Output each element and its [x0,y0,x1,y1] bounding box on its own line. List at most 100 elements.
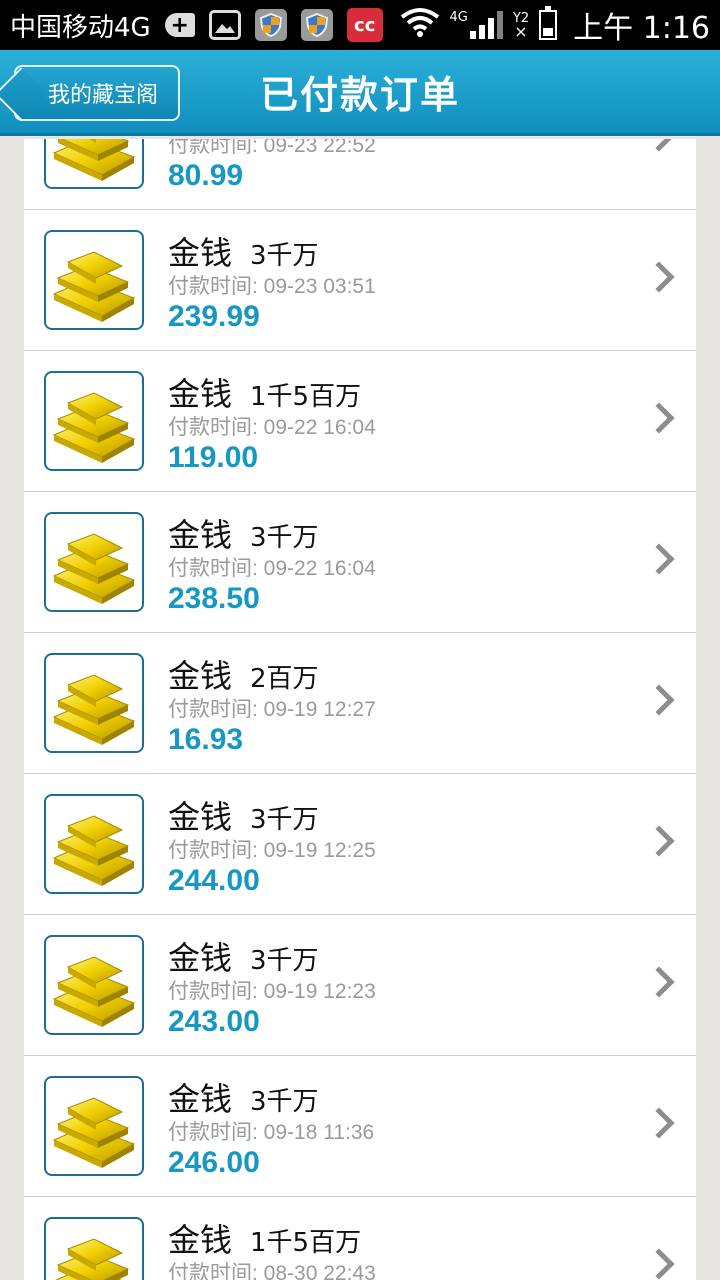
payment-time-value: 09-18 11:36 [263,1121,375,1144]
item-name: 金钱 3千万 [168,792,319,838]
order-price: 16.93 [168,723,244,756]
order-row[interactable]: 金钱 3千万 付款时间: 09-19 12:25 244.00 [24,774,696,915]
item-name-text: 金钱 [168,1221,233,1259]
app-header: 我的藏宝阁 已付款订单 [0,50,720,136]
order-price: 239.99 [168,300,260,333]
battery-icon [539,6,558,40]
item-quantity: 1千5百万 [250,1228,362,1258]
order-row[interactable]: 金钱 3千万 付款时间: 09-22 16:04 238.50 [24,492,696,633]
chevron-right-icon[interactable] [643,1107,675,1139]
item-quantity: 3千万 [250,523,319,553]
back-button[interactable]: 我的藏宝阁 [14,65,181,121]
item-name-text: 金钱 [168,1080,233,1118]
payment-time-value: 09-22 16:04 [263,416,376,439]
item-name-text: 金钱 [168,939,233,977]
item-name-text: 金钱 [168,234,233,272]
order-row[interactable]: 金钱 3千万 付款时间: 09-23 03:51 239.99 [24,210,696,351]
cc-app-icon: cc [346,8,383,42]
order-price: 80.99 [168,159,244,192]
payment-time-label: 付款时间: [168,1121,264,1144]
order-price: 119.00 [168,441,259,474]
order-row[interactable]: 金钱 1千5百万 付款时间: 09-22 16:04 119.00 [24,351,696,492]
item-name: 金钱 3千万 [168,510,319,556]
plus-notification-icon: + [164,13,195,38]
gold-bars-icon [44,935,144,1035]
chevron-right-icon[interactable] [643,139,675,152]
payment-time: 付款时间: 09-18 11:36 [168,1116,374,1146]
network-4g-indicator: 4G [450,11,503,39]
image-notification-icon [208,10,241,40]
gold-bars-icon [44,139,144,189]
order-row[interactable]: 金钱 2百万 付款时间: 09-19 12:27 16.93 [24,633,696,774]
item-quantity: 3千万 [250,805,319,835]
page-title: 已付款订单 [259,73,460,117]
gold-bars-icon [44,1217,144,1280]
payment-time-label: 付款时间: [168,698,264,721]
order-price: 244.00 [168,864,260,897]
chevron-right-icon[interactable] [643,402,675,434]
chevron-right-icon[interactable] [643,1248,675,1280]
order-list[interactable]: 金钱 3千万 付款时间: 09-23 22:52 80.99 [24,139,696,1280]
gold-bars-icon [44,794,144,894]
item-name-text: 金钱 [168,375,233,413]
order-row[interactable]: 金钱 1千5百万 付款时间: 08-30 22:43 [24,1197,696,1280]
payment-time-label: 付款时间: [168,275,264,298]
item-name: 金钱 3千万 [168,933,319,979]
chevron-right-icon[interactable] [643,825,675,857]
payment-time-value: 08-30 22:43 [263,1262,376,1280]
item-name: 金钱 1千5百万 [168,1215,361,1261]
payment-time-label: 付款时间: [168,839,264,862]
payment-time: 付款时间: 09-22 16:04 [168,552,376,582]
order-row[interactable]: 金钱3千万 付款时间: 09-23 22:52 80.99 [24,139,696,210]
wifi-icon [400,7,440,44]
payment-time-label: 付款时间: [168,1262,264,1280]
gold-bars-icon [44,653,144,753]
chevron-right-icon[interactable] [643,966,675,998]
chevron-right-icon[interactable] [643,684,675,716]
item-quantity: 3千万 [250,241,319,271]
payment-time-value: 09-23 03:51 [263,275,376,298]
payment-time: 付款时间: 09-23 03:51 [168,270,376,300]
item-name: 金钱 3千万 [168,228,319,274]
payment-time: 付款时间: 09-23 22:52 [168,139,376,159]
item-name: 金钱 2百万 [168,651,319,697]
payment-time: 付款时间: 08-30 22:43 [168,1257,376,1280]
item-name-text: 金钱 [168,657,233,695]
payment-time: 付款时间: 09-19 12:25 [168,834,376,864]
item-quantity: 2百万 [250,664,319,694]
payment-time-value: 09-22 16:04 [263,557,376,580]
item-name: 金钱 1千5百万 [168,369,361,415]
payment-time-label: 付款时间: [168,980,264,1003]
item-name: 金钱 3千万 [168,1074,319,1120]
item-quantity: 3千万 [250,1087,319,1117]
item-quantity: 1千5百万 [250,382,362,412]
gold-bars-icon [44,371,144,471]
status-bar: 中国移动4G + cc 4G Y2 × 上午 1:16 [0,0,720,50]
carrier-label: 中国移动4G [10,12,151,43]
chevron-right-icon[interactable] [643,543,675,575]
order-row[interactable]: 金钱 3千万 付款时间: 09-19 12:23 243.00 [24,915,696,1056]
payment-time-value: 09-19 12:25 [263,839,376,862]
payment-time-label: 付款时间: [168,139,264,157]
item-name-text: 金钱 [168,798,233,836]
payment-time-label: 付款时间: [168,416,264,439]
payment-time-value: 09-19 12:27 [263,698,376,721]
gold-bars-icon [44,512,144,612]
shield-icon [254,9,287,41]
clock: 上午 1:16 [573,11,710,46]
gold-bars-icon [44,230,144,330]
payment-time-value: 09-19 12:23 [263,980,376,1003]
payment-time-value: 09-23 22:52 [263,139,376,157]
signal-bars-icon [469,11,503,39]
order-price: 243.00 [168,1005,260,1038]
order-price: 246.00 [168,1146,260,1179]
sim2-indicator: Y2 × [512,11,530,41]
back-button-label: 我的藏宝阁 [48,83,159,108]
item-name-text: 金钱 [168,516,233,554]
shield-icon-2 [300,9,333,41]
order-price: 238.50 [168,582,260,615]
order-row[interactable]: 金钱 3千万 付款时间: 09-18 11:36 246.00 [24,1056,696,1197]
payment-time: 付款时间: 09-19 12:27 [168,693,376,723]
payment-time: 付款时间: 09-22 16:04 [168,411,376,441]
chevron-right-icon[interactable] [643,261,675,293]
